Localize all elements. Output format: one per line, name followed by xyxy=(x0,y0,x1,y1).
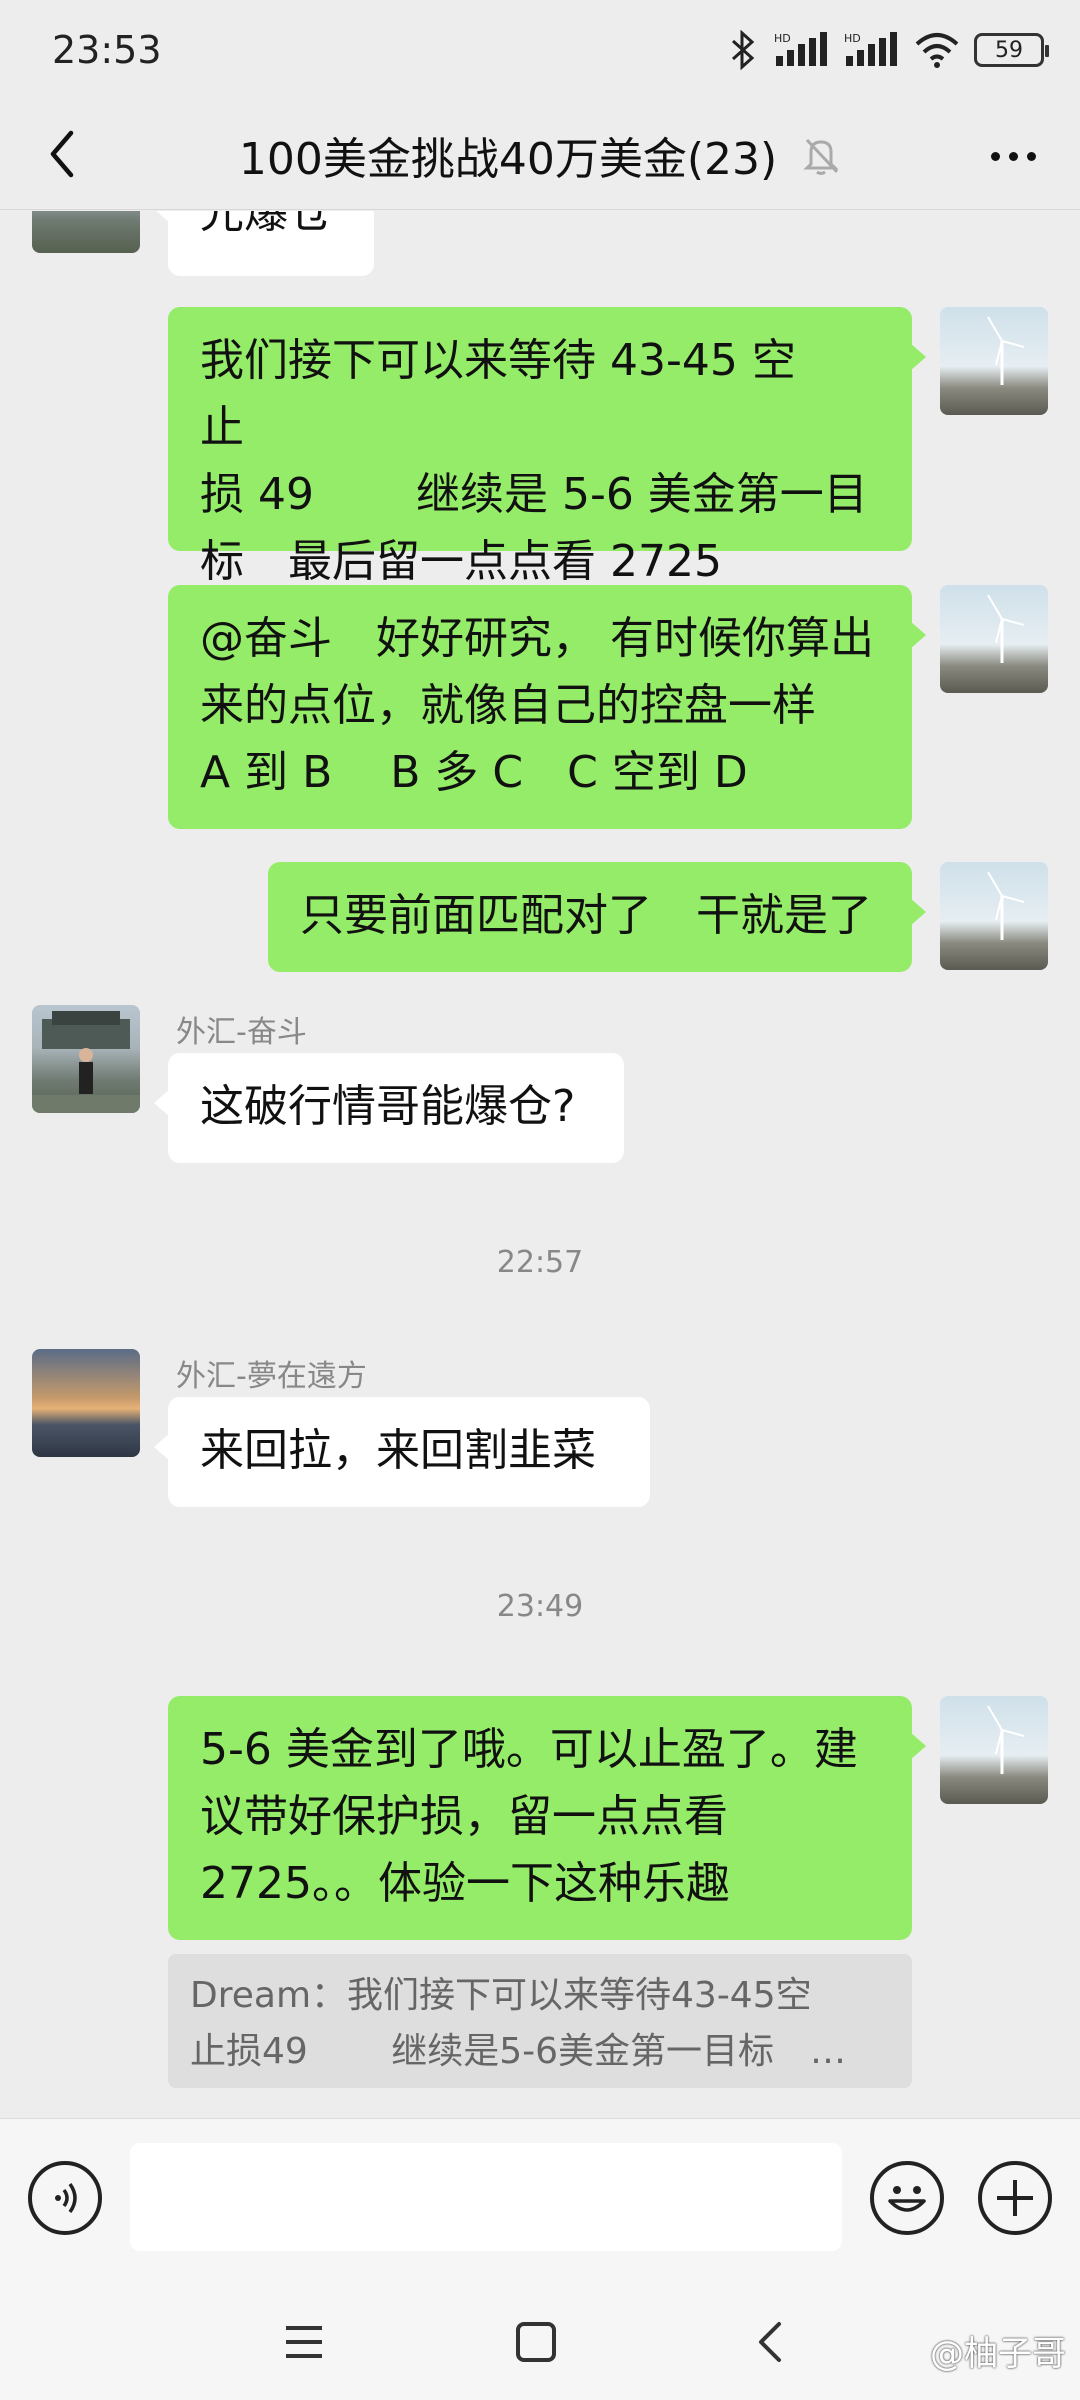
back-triangle-icon xyxy=(759,2322,781,2362)
emoji-icon xyxy=(888,2186,926,2212)
message-bubble[interactable]: 5-6 美金到了哦。可以止盈了。建 议带好保护损，留一点点看 2725。。体验一… xyxy=(168,1696,926,1940)
message-text: 损 49 继续是 5-6 美金第一目 xyxy=(200,469,868,520)
plus-button[interactable] xyxy=(978,2161,1052,2235)
message-text: 这破行情哥能爆仓? xyxy=(200,1081,576,1132)
svg-text:HD: HD xyxy=(844,32,861,45)
message-text: 我们接下可以来等待 43-45 空 止 xyxy=(200,335,840,453)
wind-turbine-icon xyxy=(987,594,1025,663)
message-text: 只要前面匹配对了 干就是了 xyxy=(300,890,872,941)
avatar[interactable] xyxy=(940,862,1048,970)
more-button[interactable] xyxy=(978,126,1048,186)
message-bubble[interactable]: 这破行情哥能爆仓? xyxy=(154,1053,624,1163)
chat-title-wrap: 100美金挑战40万美金(23) xyxy=(0,100,1080,210)
wind-turbine-icon xyxy=(987,871,1025,940)
menu-button[interactable] xyxy=(274,2312,334,2372)
sender-name: 外汇-奋斗 xyxy=(176,1015,307,1050)
watermark: @柚子哥 xyxy=(930,2334,1066,2374)
battery-icon: 59 xyxy=(974,33,1049,67)
quoted-message[interactable]: Dream：我们接下可以来等待43-45空 止损49 继续是5-6美金第一目标 … xyxy=(168,1954,912,2088)
status-time: 23:53 xyxy=(52,28,162,72)
voice-button[interactable] xyxy=(28,2161,102,2235)
back-nav-button[interactable] xyxy=(740,2312,800,2372)
message-text: A 到 B B 多 C C 空到 D xyxy=(200,747,748,798)
battery-level: 59 xyxy=(995,37,1023,63)
chat-header: 100美金挑战40万美金(23) xyxy=(0,100,1080,210)
message-text: 5-6 美金到了哦。可以止盈了。建 xyxy=(200,1724,858,1775)
message-text: 来的点位，就像自己的控盘一样 xyxy=(200,680,816,731)
home-square-icon xyxy=(516,2322,556,2362)
timestamp: 23:49 xyxy=(496,1589,584,1624)
avatar[interactable] xyxy=(32,211,140,253)
signal-hd-icon: HD xyxy=(844,32,897,66)
message-text: 议带好保护损，留一点点看 xyxy=(200,1791,728,1842)
chat-area[interactable]: 光爆仓 我们接下可以来等待 43-45 空 止 损 49 继续是 5-6 美金第… xyxy=(0,211,1080,2118)
sender-name: 外汇-夢在遠方 xyxy=(176,1359,367,1394)
message-bubble[interactable]: 只要前面匹配对了 干就是了 xyxy=(268,862,926,972)
status-bar: 23:53 HD HD 59 xyxy=(0,0,1080,100)
avatar[interactable] xyxy=(32,1349,140,1457)
message-bubble[interactable]: 来回拉，来回割韭菜 xyxy=(154,1397,650,1507)
bluetooth-icon xyxy=(731,30,755,70)
system-nav-bar: @柚子哥 xyxy=(0,2278,1080,2400)
emoji-button[interactable] xyxy=(870,2161,944,2235)
chat-title: 100美金挑战40万美金(23) xyxy=(238,134,778,185)
message-input[interactable] xyxy=(130,2143,842,2251)
message-text: 光爆仓 xyxy=(200,211,332,238)
quote-text: Dream：我们接下可以来等待43-45空 xyxy=(190,1975,812,2016)
wind-turbine-icon xyxy=(987,1705,1025,1774)
quote-text: 止损49 继续是5-6美金第一目标 … xyxy=(190,2031,847,2072)
timestamp: 22:57 xyxy=(496,1245,584,1280)
message-bubble[interactable]: 我们接下可以来等待 43-45 空 止 损 49 继续是 5-6 美金第一目 标… xyxy=(168,307,926,587)
home-button[interactable] xyxy=(506,2312,566,2372)
svg-text:HD: HD xyxy=(774,32,791,45)
wifi-icon xyxy=(915,33,959,68)
input-bar xyxy=(0,2118,1080,2278)
person-photo-icon xyxy=(32,1011,140,1113)
wind-turbine-icon xyxy=(987,316,1025,385)
voice-icon xyxy=(55,2182,77,2214)
avatar[interactable] xyxy=(32,1005,140,1113)
menu-icon xyxy=(286,2326,322,2358)
avatar[interactable] xyxy=(940,585,1048,693)
signal-hd-icon: HD xyxy=(774,32,827,66)
status-icons: HD HD 59 xyxy=(726,30,1049,70)
avatar[interactable] xyxy=(940,307,1048,415)
bell-off-icon xyxy=(803,138,839,175)
message-text: @奋斗 好好研究， 有时候你算出 xyxy=(200,613,874,664)
plus-icon xyxy=(997,2180,1033,2216)
message-text: 2725。。体验一下这种乐趣 xyxy=(200,1858,730,1909)
message-text: 来回拉，来回割韭菜 xyxy=(200,1425,596,1476)
message-bubble[interactable]: @奋斗 好好研究， 有时候你算出 来的点位，就像自己的控盘一样 A 到 B B … xyxy=(168,585,926,829)
message-bubble[interactable]: 光爆仓 xyxy=(154,211,374,276)
avatar[interactable] xyxy=(940,1696,1048,1804)
